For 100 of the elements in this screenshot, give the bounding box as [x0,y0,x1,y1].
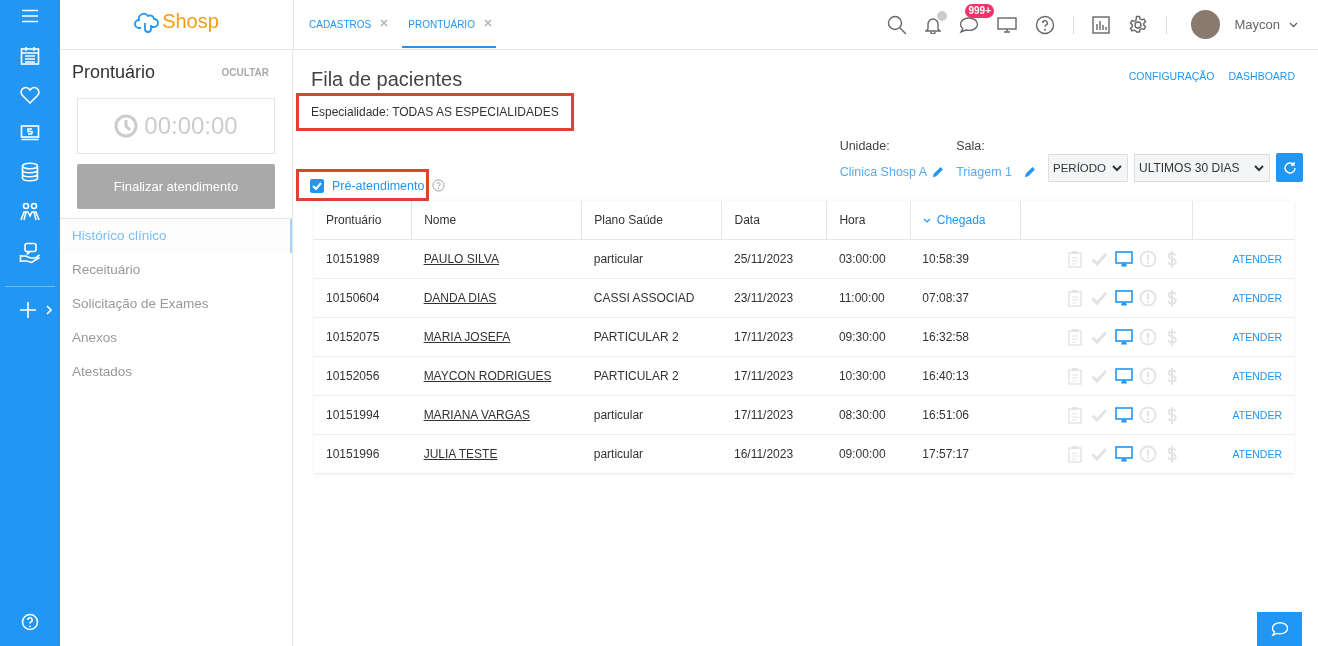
patient-name-link[interactable]: MARIA JOSEFA [423,330,511,344]
table-cell: 03:00:00 [826,239,911,279]
heart-icon[interactable] [20,86,40,104]
monitor-icon[interactable] [1114,445,1133,463]
checkbox-label[interactable]: Pré-atendimento [332,179,425,193]
clipboard-icon[interactable] [1066,250,1085,268]
search-icon[interactable] [887,14,908,35]
header-link[interactable]: DASHBOARD [1228,70,1295,82]
clipboard-icon[interactable] [1066,367,1085,385]
attend-link[interactable]: ATENDER [1232,448,1282,460]
chat-icon[interactable] [959,15,980,34]
table-cell: 10151989 [314,239,412,279]
monitor-icon[interactable] [1114,250,1133,268]
clock-icon [114,114,139,138]
table-cell: 16:40:13 [910,356,1021,396]
logo[interactable]: Shosp [134,10,219,33]
check-icon[interactable] [1090,289,1109,307]
column-header[interactable]: Data [721,201,827,240]
sidebar-item[interactable]: Solicitação de Exames [60,287,292,321]
checkbox[interactable] [310,179,324,193]
chevron-down-icon [1254,164,1264,172]
filter-value-link[interactable]: Triagem 1 [956,165,1012,179]
check-icon[interactable] [1090,445,1109,463]
column-header[interactable]: Chegada [910,201,1021,240]
table-cell: PARTICULAR 2 [581,317,722,357]
attend-link[interactable]: ATENDER [1232,292,1282,304]
sort-caret-icon [922,218,931,224]
database-icon[interactable] [21,162,39,182]
monitor-icon[interactable] [1114,367,1133,385]
menu-icon[interactable] [21,9,39,23]
calendar-icon[interactable] [20,46,40,66]
bar-chart-icon[interactable] [1092,15,1111,34]
close-icon[interactable] [483,19,492,27]
clipboard-icon[interactable] [1066,328,1085,346]
monitor-icon[interactable] [1114,289,1133,307]
column-header[interactable]: Plano Saúde [581,201,722,240]
table-cell: 07:08:37 [910,278,1021,318]
monitor-icon[interactable] [1114,406,1133,424]
pencil-icon[interactable] [932,166,945,178]
help-icon[interactable] [1035,14,1056,35]
refresh-button[interactable] [1276,153,1303,182]
table-cell: 17/11/2023 [721,317,827,357]
filter-label: Sala: [956,139,986,153]
table-cell: 10152075 [314,317,412,357]
money-screen-icon[interactable] [20,124,40,142]
filter-value-link[interactable]: Clinica Shosp A [839,165,928,179]
pencil-icon[interactable] [1024,166,1036,178]
sidebar-item[interactable]: Anexos [60,321,292,355]
dropdown[interactable]: ULTIMOS 30 DIAS [1134,154,1270,182]
add-icon[interactable] [18,301,37,319]
patient-name-link[interactable]: PAULO SILVA [423,252,499,266]
specialty-filter[interactable]: Especialidade: TODAS AS ESPECIALIDADES [311,105,559,119]
patient-name-link[interactable]: MAYCON RODRIGUES [423,369,552,383]
bell-icon[interactable] [925,15,942,34]
attend-link[interactable]: ATENDER [1232,409,1282,421]
close-icon[interactable] [380,19,389,27]
monitor-icon[interactable] [1114,328,1133,346]
hand-chat-icon[interactable] [19,242,41,264]
check-icon[interactable] [1090,250,1109,268]
settings-icon[interactable] [1128,14,1149,35]
table-cell: 10:30:00 [826,356,911,396]
tab[interactable]: CADASTROS [309,0,393,48]
table-cell: 10151994 [314,395,412,435]
people-icon[interactable] [19,202,41,222]
tab[interactable]: PRONTUÁRIO [402,0,496,48]
attend-link[interactable]: ATENDER [1232,253,1282,265]
user-name[interactable]: Maycon [1234,17,1280,32]
notification-dot [937,10,948,21]
table-cell: 10151996 [314,434,412,474]
check-icon[interactable] [1090,406,1109,424]
column-header[interactable]: Nome [411,201,582,240]
sidebar-item[interactable]: Atestados [60,355,292,389]
chevron-right-icon[interactable] [45,305,52,315]
clipboard-icon[interactable] [1066,445,1085,463]
check-icon[interactable] [1090,328,1109,346]
patient-name-link[interactable]: DANDA DIAS [423,291,497,305]
attend-link[interactable]: ATENDER [1232,331,1282,343]
patient-name-link[interactable]: JULIA TESTE [423,447,498,461]
chevron-down-icon[interactable] [1289,21,1298,28]
header-link[interactable]: CONFIGURAÇÃO [1128,70,1215,82]
sidebar-item[interactable]: Receituário [60,253,292,287]
table-cell: particular [581,434,722,474]
attend-link[interactable]: ATENDER [1232,370,1282,382]
column-header[interactable]: Hora [826,201,911,240]
dropdown[interactable]: PERÍODO [1048,154,1128,182]
clipboard-icon[interactable] [1066,289,1085,307]
table-cell: 09:00:00 [826,434,911,474]
patient-name-link[interactable]: MARIANA VARGAS [423,408,531,422]
hide-link[interactable]: OCULTAR [221,67,269,78]
monitor-icon[interactable] [997,15,1018,34]
clipboard-icon[interactable] [1066,406,1085,424]
avatar[interactable] [1191,10,1221,39]
column-header[interactable]: Prontuário [314,201,412,240]
cloud-stethoscope-icon [134,10,161,33]
table-cell: particular [581,395,722,435]
chevron-down-icon [1112,164,1122,172]
message-count-badge: 999+ [965,3,994,18]
chat-button[interactable] [1257,612,1302,646]
check-icon[interactable] [1090,367,1109,385]
table-cell: 10150604 [314,278,412,318]
